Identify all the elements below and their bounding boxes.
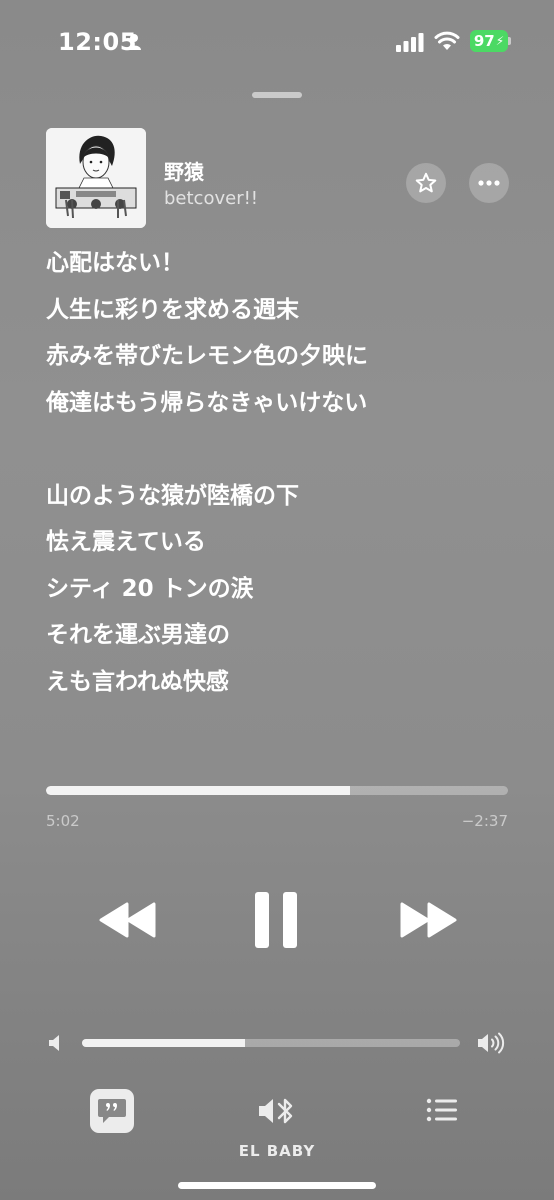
pause-button[interactable] (253, 890, 299, 950)
lyric-line[interactable]: 怯え震えている (46, 519, 526, 566)
lyric-line[interactable]: 山のような猿が陸橋の下 (46, 473, 526, 520)
artwork-illustration (46, 128, 146, 228)
lyric-line[interactable]: 心配はない！ (46, 240, 526, 287)
favorite-button[interactable] (406, 163, 446, 203)
volume-high-icon (478, 1032, 505, 1054)
lyric-line[interactable]: 俺達はもう帰らなきゃいけない (46, 380, 526, 427)
charging-bolt-icon: ⚡ (495, 34, 505, 48)
battery-level: 97 (473, 32, 495, 50)
remaining-time: −2:37 (461, 812, 508, 830)
quote-bubble-icon (98, 1099, 126, 1123)
wifi-icon (434, 31, 460, 50)
playback-scrubber[interactable] (46, 786, 508, 795)
song-title: 野猿 (164, 160, 204, 184)
lyric-line[interactable]: それを運ぶ男達の (46, 612, 526, 659)
battery-indicator: 97 ⚡ (470, 30, 508, 52)
airplay-bluetooth-button[interactable] (257, 1094, 299, 1128)
home-indicator[interactable] (178, 1182, 376, 1189)
lyric-line[interactable]: シティ 20 トンの涙 (46, 566, 526, 613)
lyrics-button[interactable] (90, 1089, 134, 1133)
elapsed-time: 5:02 (46, 812, 80, 830)
cellular-signal-icon (396, 33, 424, 52)
next-track-button[interactable] (398, 900, 458, 940)
album-artwork[interactable] (46, 128, 146, 228)
volume-level-fill (82, 1039, 245, 1047)
star-icon (415, 172, 437, 193)
queue-button[interactable] (426, 1096, 458, 1124)
lyric-line[interactable]: 人生に彩りを求める週末 (46, 287, 526, 334)
more-options-button[interactable] (469, 163, 509, 203)
stanza-gap (46, 426, 526, 473)
airplay-device-label[interactable]: EL BABY (180, 1142, 374, 1160)
ellipsis-icon (478, 180, 500, 186)
previous-track-button[interactable] (98, 900, 158, 940)
lyrics-view[interactable]: 心配はない！ 人生に彩りを求める週末 赤みを帯びたレモン色の夕映に 俺達はもう帰… (46, 240, 526, 705)
person-icon (127, 34, 141, 50)
artist-name[interactable]: betcover!! (164, 188, 258, 209)
volume-slider[interactable] (82, 1039, 460, 1047)
playback-progress-fill (46, 786, 351, 795)
volume-low-icon (49, 1035, 59, 1051)
lyric-line[interactable]: えも言われぬ快感 (46, 659, 526, 706)
battery-tip (508, 37, 511, 45)
sheet-grabber[interactable] (252, 92, 302, 98)
lyric-line[interactable]: 赤みを帯びたレモン色の夕映に (46, 333, 526, 380)
